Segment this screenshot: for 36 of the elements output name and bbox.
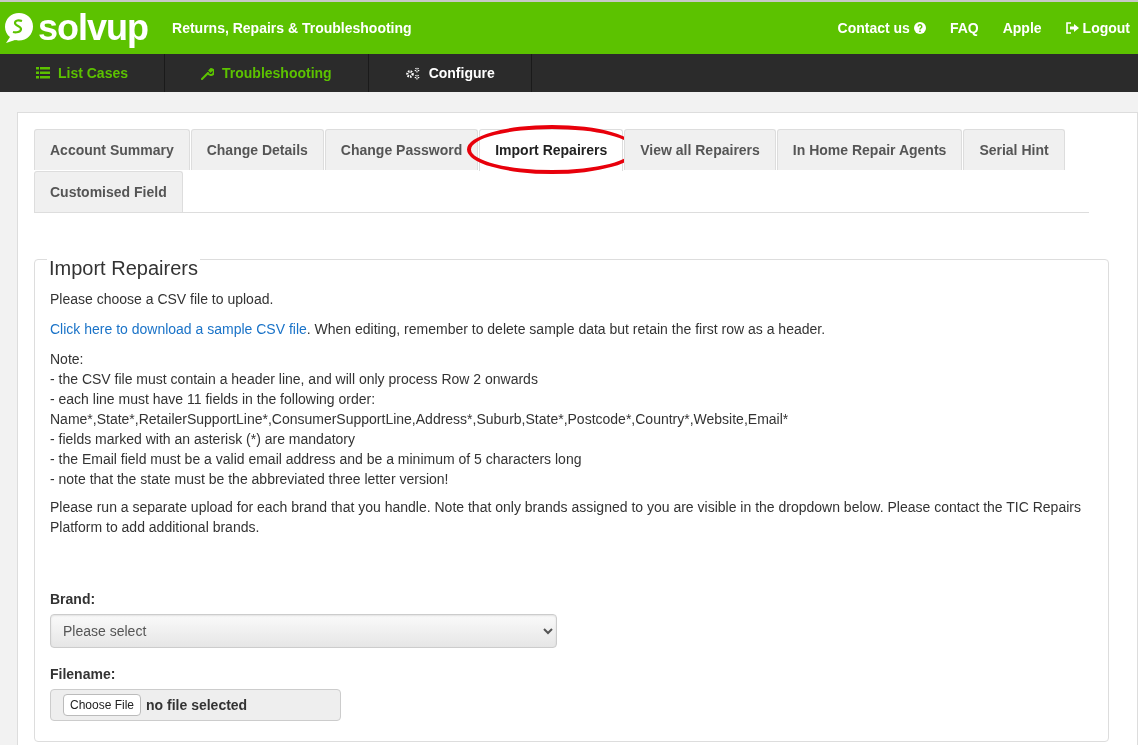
gears-icon [404,66,421,80]
brands-note: Please run a separate upload for each brand that you handle. Note that only brands assigned to you are visible in the dropdown below. Please contact the TIC Repairs Platform to add additional brands. [50,498,1082,537]
tab[interactable]: Serial Hint [963,129,1065,170]
logo-icon [4,12,34,44]
tab[interactable]: Account Summary [34,129,190,170]
note-line: - note that the state must be the abbreviated three letter version! [50,470,450,489]
tagline: Returns, Repairs & Troubleshooting [172,18,412,38]
tab[interactable]: Change Password [324,129,479,170]
tab[interactable]: View all Repairers [624,129,776,170]
intro-text: Please choose a CSV file to upload. [50,290,275,309]
list-icon [35,67,50,79]
choose-file-button[interactable]: Choose File [63,694,142,716]
field-label: Filename: [50,665,117,684]
field-label: Brand: [50,590,97,609]
nav-item[interactable]: Troubleshooting [165,54,369,92]
download-link[interactable]: Click here to download a sample CSV file [50,321,307,337]
logo: solvup [4,10,148,46]
note-line: - the Email field must be a valid email address and be a minimum of 5 characters long [50,450,583,469]
tab[interactable]: In Home Repair Agents [776,129,963,170]
file-status-text: no file selected [146,695,248,715]
tab[interactable]: Import Repairers [479,129,624,171]
note-line: Name*,State*,RetailerSupportLine*,ConsumerSupportLine,Address*,Suburb,State*,Postcode*,Country*,Website,Email* [50,410,790,429]
note-line: Note: [50,350,85,369]
nav-item[interactable]: Configure [368,54,532,92]
file-field[interactable]: Choose File no file selected [50,689,341,721]
tab[interactable]: Change Details [190,129,324,170]
nav-item[interactable]: List Cases [0,54,165,92]
instruction-text: . When editing, remember to delete sample data but retain the first row as a header. [306,321,826,337]
help-icon [913,22,926,34]
wrench-icon [201,66,214,80]
note-line: - fields marked with an asterisk (*) are mandatory [50,430,356,449]
note-line: - each line must have 11 fields in the following order: [50,390,377,409]
tab[interactable]: Customised Field [34,171,183,212]
brand-select[interactable]: Please select [50,614,557,648]
logout-icon [1065,22,1079,34]
note-line: - the CSV file must contain a header line, and will only process Row 2 onwards [50,370,539,389]
